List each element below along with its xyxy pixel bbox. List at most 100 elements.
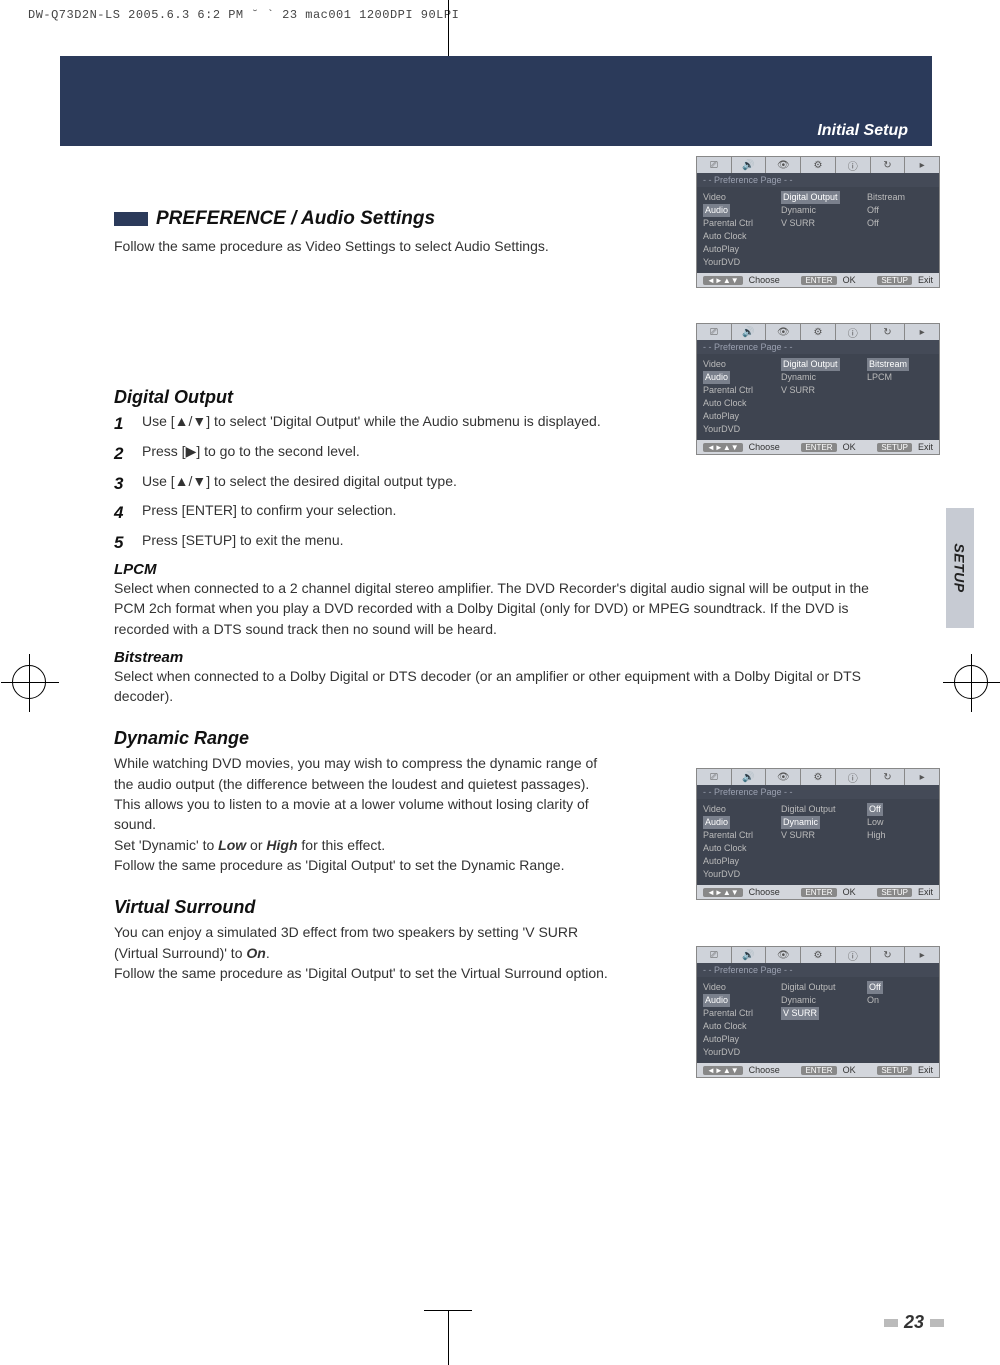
- osd-item: Video: [703, 803, 769, 816]
- tab-icon: ⚙: [801, 947, 836, 963]
- osd-icon-bar: ⎚🔊👁⚙ⓘ↻▸: [697, 947, 939, 963]
- nav-icon: ◄►▲▼: [703, 276, 743, 285]
- osd-item: Audio: [703, 816, 769, 829]
- header-title: Initial Setup: [817, 122, 908, 140]
- osd-item: Video: [703, 358, 769, 371]
- enter-icon: ENTER: [801, 1066, 836, 1075]
- lpcm-text: Select when connected to a 2 channel dig…: [114, 578, 884, 639]
- step-text: Press [ENTER] to confirm your selection.: [142, 501, 396, 525]
- osd-item: Bitstream: [867, 358, 933, 371]
- enter-icon: ENTER: [801, 443, 836, 452]
- tab-icon: 👁: [766, 157, 801, 173]
- osd-icon-bar: ⎚🔊👁⚙ⓘ↻▸: [697, 324, 939, 340]
- exit-label: Exit: [918, 887, 933, 897]
- tab-icon: ⚙: [801, 769, 836, 785]
- osd-item: Audio: [703, 371, 769, 384]
- osd-item: Off: [867, 803, 933, 816]
- osd-left-menu: Video Audio Parental Ctrl Auto Clock Aut…: [697, 187, 775, 273]
- osd-item: V SURR: [781, 217, 855, 230]
- osd-item: V SURR: [781, 384, 855, 397]
- ok-label: OK: [843, 887, 856, 897]
- setup-icon: SETUP: [877, 276, 912, 285]
- osd-item: Digital Output: [781, 803, 855, 816]
- text: .: [266, 945, 270, 961]
- osd-item: YourDVD: [703, 868, 769, 881]
- osd-item: Digital Output: [781, 981, 855, 994]
- choose-label: Choose: [749, 887, 780, 897]
- osd-item: AutoPlay: [703, 243, 769, 256]
- dynamic-range-set: Set 'Dynamic' to Low or High for this ef…: [114, 835, 614, 855]
- registration-mark-left: [12, 665, 46, 699]
- osd-item: Parental Ctrl: [703, 217, 769, 230]
- tab-icon: ⚙: [801, 324, 836, 340]
- osd-page-label: - - Preference Page - -: [697, 963, 939, 977]
- crop-mark-top: [448, 0, 449, 56]
- osd-icon-bar: ⎚🔊👁⚙ⓘ↻▸: [697, 157, 939, 173]
- bitstream-heading: Bitstream: [114, 649, 904, 666]
- osd-left-menu: Video Audio Parental Ctrl Auto Clock Aut…: [697, 354, 775, 440]
- tab-icon: ⎚: [697, 157, 732, 173]
- tab-icon: 👁: [766, 947, 801, 963]
- low-label: Low: [218, 837, 246, 853]
- osd-item: Digital Output: [781, 358, 855, 371]
- osd-item: Bitstream: [867, 191, 933, 204]
- step: 3Use [▲/▼] to select the desired digital…: [114, 472, 614, 496]
- osd-item: Off: [867, 981, 933, 994]
- tab-icon: 🔊: [732, 769, 767, 785]
- ok-label: OK: [843, 275, 856, 285]
- dynamic-range-follow: Follow the same procedure as 'Digital Ou…: [114, 855, 614, 875]
- tab-icon: 🔊: [732, 947, 767, 963]
- osd-mid-menu: Digital Output Dynamic V SURR: [775, 977, 861, 1063]
- exit-label: Exit: [918, 1065, 933, 1075]
- osd-item: YourDVD: [703, 1046, 769, 1059]
- step-text: Use [▲/▼] to select 'Digital Output' whi…: [142, 412, 601, 436]
- choose-label: Choose: [749, 442, 780, 452]
- tab-icon: ↻: [871, 324, 906, 340]
- setup-icon: SETUP: [877, 443, 912, 452]
- osd-vsurr: ⎚🔊👁⚙ⓘ↻▸ - - Preference Page - - Video Au…: [696, 946, 940, 1078]
- section-title: PREFERENCE / Audio Settings: [156, 208, 435, 230]
- exit-label: Exit: [918, 275, 933, 285]
- tab-icon: ⓘ: [836, 324, 871, 340]
- ok-label: OK: [843, 442, 856, 452]
- virtual-surround-text: You can enjoy a simulated 3D effect from…: [114, 922, 614, 963]
- osd-icon-bar: ⎚🔊👁⚙ⓘ↻▸: [697, 769, 939, 785]
- page-header-band: Initial Setup: [60, 56, 932, 146]
- osd-mid-menu: Digital Output Dynamic V SURR: [775, 354, 861, 440]
- osd-item: AutoPlay: [703, 1033, 769, 1046]
- osd-item: On: [867, 994, 933, 1007]
- osd-item: Off: [867, 204, 933, 217]
- osd-mid-menu: Digital Output Dynamic V SURR: [775, 187, 861, 273]
- osd-right-menu: Off On: [861, 977, 939, 1063]
- tab-icon: 👁: [766, 769, 801, 785]
- osd-item: Off: [867, 217, 933, 230]
- text: or: [246, 837, 266, 853]
- osd-digital-output: ⎚🔊👁⚙ⓘ↻▸ - - Preference Page - - Video Au…: [696, 323, 940, 455]
- registration-mark-right: [954, 665, 988, 699]
- step: 1Use [▲/▼] to select 'Digital Output' wh…: [114, 412, 614, 436]
- osd-right-menu: Off Low High: [861, 799, 939, 885]
- osd-item: Parental Ctrl: [703, 1007, 769, 1020]
- osd-item: Video: [703, 981, 769, 994]
- osd-item: Parental Ctrl: [703, 829, 769, 842]
- page-number-decor-icon: [884, 1319, 898, 1327]
- osd-item: AutoPlay: [703, 410, 769, 423]
- text: Set 'Dynamic' to: [114, 837, 218, 853]
- tab-icon: ⎚: [697, 324, 732, 340]
- virtual-surround-heading: Virtual Surround: [114, 897, 904, 918]
- osd-item: Video: [703, 191, 769, 204]
- tab-icon: ↻: [871, 157, 906, 173]
- crop-mark-bottom: [448, 1311, 449, 1365]
- tab-icon: ▸: [905, 324, 939, 340]
- osd-item: Dynamic: [781, 994, 855, 1007]
- enter-icon: ENTER: [801, 276, 836, 285]
- enter-icon: ENTER: [801, 888, 836, 897]
- tab-icon: ⎚: [697, 769, 732, 785]
- step-text: Use [▲/▼] to select the desired digital …: [142, 472, 457, 496]
- tab-icon: ▸: [905, 769, 939, 785]
- osd-right-menu: Bitstream Off Off: [861, 187, 939, 273]
- osd-page-label: - - Preference Page - -: [697, 340, 939, 354]
- osd-item: Auto Clock: [703, 842, 769, 855]
- step: 2Press [▶] to go to the second level.: [114, 442, 614, 466]
- tab-icon: ▸: [905, 947, 939, 963]
